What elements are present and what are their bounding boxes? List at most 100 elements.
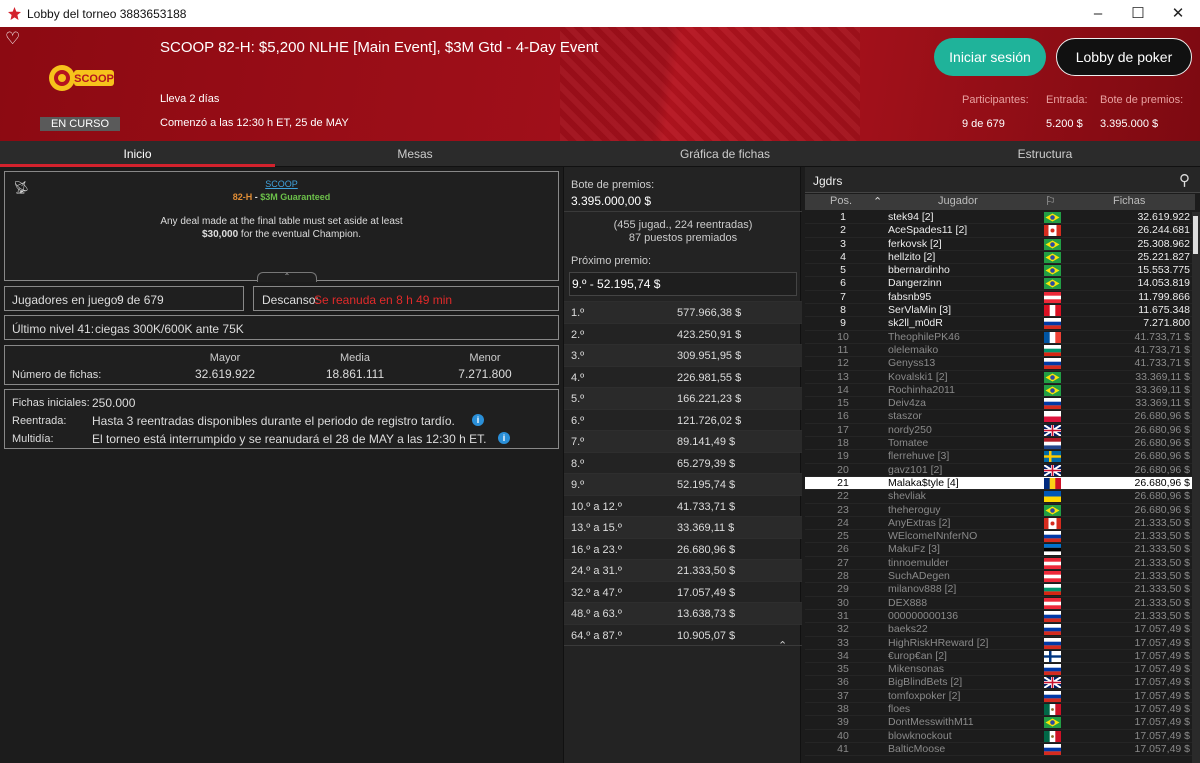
player-row[interactable]: 34 €urop€an [2] 17.057,49 $ bbox=[805, 649, 1195, 664]
search-icon[interactable]: ⚲ bbox=[1179, 171, 1190, 189]
poker-lobby-button[interactable]: Lobby de poker bbox=[1056, 38, 1192, 76]
player-chips: 25.221.827 bbox=[1137, 250, 1190, 263]
col-pos[interactable]: Pos. bbox=[830, 195, 852, 207]
player-row[interactable]: 21 Malaka$tyle [4] 26.680,96 $ bbox=[805, 476, 1195, 491]
tab-mesas[interactable]: Mesas bbox=[280, 141, 550, 167]
player-row[interactable]: 11 olelemaiko 41.733,71 $ bbox=[805, 343, 1195, 358]
player-list-scrollbar[interactable] bbox=[1192, 212, 1200, 763]
player-row[interactable]: 9 sk2ll_m0dR 7.271.800 bbox=[805, 317, 1195, 331]
prize-place: 9.º bbox=[571, 479, 585, 491]
multiday-info-icon[interactable]: i bbox=[498, 432, 510, 444]
player-row[interactable]: 26 MakuFz [3] 21.333,50 $ bbox=[805, 543, 1195, 557]
player-row[interactable]: 40 blowknockout 17.057,49 $ bbox=[805, 729, 1195, 743]
players-in-game-value: 9 de 679 bbox=[117, 293, 164, 307]
player-search[interactable]: Jgdrs ⚲ bbox=[805, 167, 1200, 193]
player-row[interactable]: 38 floes 17.057,49 $ bbox=[805, 702, 1195, 717]
info-scoop-link[interactable]: SCOOP bbox=[5, 179, 558, 189]
player-row[interactable]: 24 AnyExtras [2] 21.333,50 $ bbox=[805, 516, 1195, 531]
player-row[interactable]: 5 bbernardinho 15.553.775 bbox=[805, 264, 1195, 278]
sort-asc-icon[interactable]: ⌃ bbox=[873, 195, 882, 208]
col-player[interactable]: Jugador bbox=[938, 195, 978, 207]
player-chips: 26.680,96 $ bbox=[1134, 476, 1190, 489]
player-row[interactable]: 12 Genyss13 41.733,71 $ bbox=[805, 357, 1195, 371]
player-row[interactable]: 1 stek94 [2] 32.619.922 bbox=[805, 211, 1195, 225]
player-row[interactable]: 29 milanov888 [2] 21.333,50 $ bbox=[805, 583, 1195, 597]
player-row[interactable]: 15 Deiv4za 33.369,11 $ bbox=[805, 397, 1195, 411]
player-position: 21 bbox=[837, 476, 849, 489]
player-row[interactable]: 36 BigBlindBets [2] 17.057,49 $ bbox=[805, 676, 1195, 690]
max-chips-value: 32.619.922 bbox=[194, 367, 256, 381]
player-search-input[interactable]: Jgdrs bbox=[813, 174, 842, 188]
player-position: 20 bbox=[837, 463, 849, 476]
player-row[interactable]: 31 000000000136 21.333,50 $ bbox=[805, 609, 1195, 624]
player-chips: 7.271.800 bbox=[1143, 317, 1190, 330]
player-name: theheroguy bbox=[888, 503, 941, 516]
player-row[interactable]: 39 DontMesswithM11 17.057,49 $ bbox=[805, 716, 1195, 730]
login-button[interactable]: Iniciar sesión bbox=[934, 38, 1046, 76]
player-row[interactable]: 13 Kovalski1 [2] 33.369,11 $ bbox=[805, 370, 1195, 384]
country-flag-icon bbox=[1044, 571, 1061, 583]
player-name: nordy250 bbox=[888, 423, 932, 436]
reentry-info-icon[interactable]: i bbox=[472, 414, 484, 426]
tab-estructura[interactable]: Estructura bbox=[920, 141, 1170, 167]
player-row[interactable]: 18 Tomatee 26.680,96 $ bbox=[805, 437, 1195, 451]
player-row[interactable]: 17 nordy250 26.680,96 $ bbox=[805, 423, 1195, 438]
prize-place: 2.º bbox=[571, 328, 585, 341]
prize-place: 13.º a 15.º bbox=[571, 522, 622, 534]
player-name: DontMesswithM11 bbox=[888, 716, 974, 729]
player-row[interactable]: 2 AceSpades11 [2] 26.244.681 bbox=[805, 224, 1195, 238]
player-position: 36 bbox=[837, 676, 849, 689]
country-flag-icon bbox=[1044, 624, 1061, 636]
flag-column-icon[interactable]: ⚐ bbox=[1045, 194, 1056, 208]
collapse-prizes-icon[interactable]: ⌃ bbox=[778, 639, 787, 652]
player-position: 11 bbox=[837, 343, 849, 356]
info-deal-amount: $30,000 bbox=[201, 229, 239, 240]
player-row[interactable]: 4 hellzito [2] 25.221.827 bbox=[805, 250, 1195, 265]
header-decoration bbox=[560, 27, 860, 141]
country-flag-icon bbox=[1044, 650, 1061, 662]
player-row[interactable]: 10 TheophilePK46 41.733,71 $ bbox=[805, 330, 1195, 344]
player-row[interactable]: 19 flerrehuve [3] 26.680,96 $ bbox=[805, 450, 1195, 464]
player-row[interactable]: 28 SuchADegen 21.333,50 $ bbox=[805, 570, 1195, 584]
player-row[interactable]: 41 BalticMoose 17.057,49 $ bbox=[805, 742, 1195, 757]
player-row[interactable]: 8 SerVlaMin [3] 11.675.348 bbox=[805, 304, 1195, 318]
player-row[interactable]: 25 WElcomeINnferNO 21.333,50 $ bbox=[805, 530, 1195, 544]
player-row[interactable]: 16 staszor 26.680,96 $ bbox=[805, 410, 1195, 424]
collapse-info-button[interactable]: ⌃ bbox=[257, 272, 317, 282]
min-chips-label: Menor bbox=[469, 352, 501, 364]
player-row[interactable]: 6 Dangerzinn 14.053.819 bbox=[805, 277, 1195, 291]
player-position: 40 bbox=[837, 729, 849, 742]
country-flag-icon bbox=[1044, 238, 1061, 250]
player-row[interactable]: 33 HighRiskHReward [2] 17.057,49 $ bbox=[805, 636, 1195, 650]
player-row[interactable]: 37 tomfoxpoker [2] 17.057,49 $ bbox=[805, 689, 1195, 703]
tournament-info-box: 📡︎ SCOOP 82-H - $3M Guaranteed Any deal … bbox=[4, 171, 559, 282]
country-flag-icon bbox=[1044, 438, 1061, 450]
country-flag-icon bbox=[1044, 717, 1061, 729]
player-row[interactable]: 22 shevliak 26.680,96 $ bbox=[805, 490, 1195, 504]
player-row[interactable]: 35 Mikensonas 17.057,49 $ bbox=[805, 663, 1195, 677]
tab-bar: Inicio Mesas Gráfica de fichas Estructur… bbox=[0, 141, 1200, 167]
player-chips: 11.675.348 bbox=[1138, 304, 1190, 317]
player-name: AnyExtras [2] bbox=[888, 516, 951, 529]
break-value: Se reanuda en 8 h 49 min bbox=[314, 293, 453, 307]
tab-inicio[interactable]: Inicio bbox=[0, 141, 275, 167]
player-row[interactable]: 14 Rochinha2011 33.369,11 $ bbox=[805, 383, 1195, 398]
player-row[interactable]: 7 fabsnb95 11.799.866 bbox=[805, 290, 1195, 305]
player-row[interactable]: 30 DEX888 21.333,50 $ bbox=[805, 596, 1195, 610]
player-row[interactable]: 23 theheroguy 26.680,96 $ bbox=[805, 503, 1195, 517]
close-button[interactable]: ✕ bbox=[1155, 0, 1200, 27]
favorite-heart-icon[interactable]: ♡ bbox=[5, 29, 20, 49]
scrollbar-thumb[interactable] bbox=[1193, 216, 1198, 254]
player-position: 23 bbox=[837, 503, 849, 516]
player-name: BigBlindBets [2] bbox=[888, 676, 963, 689]
player-row[interactable]: 27 tinnoemulder 21.333,50 $ bbox=[805, 556, 1195, 571]
prize-table: 1.º 577.966,38 $ 2.º 423.250,91 $ 3.º 309.951… bbox=[564, 301, 802, 645]
tab-chip-graph[interactable]: Gráfica de fichas bbox=[600, 141, 850, 167]
player-chips: 21.333,50 $ bbox=[1134, 609, 1190, 622]
prize-amount: 577.966,38 $ bbox=[677, 307, 742, 319]
player-row[interactable]: 20 gavz101 [2] 26.680,96 $ bbox=[805, 463, 1195, 477]
col-chips[interactable]: Fichas bbox=[1113, 195, 1145, 207]
player-row[interactable]: 32 baeks22 17.057,49 $ bbox=[805, 623, 1195, 637]
player-row[interactable]: 3 ferkovsk [2] 25.308.962 bbox=[805, 237, 1195, 251]
player-name: gavz101 [2] bbox=[888, 463, 943, 476]
